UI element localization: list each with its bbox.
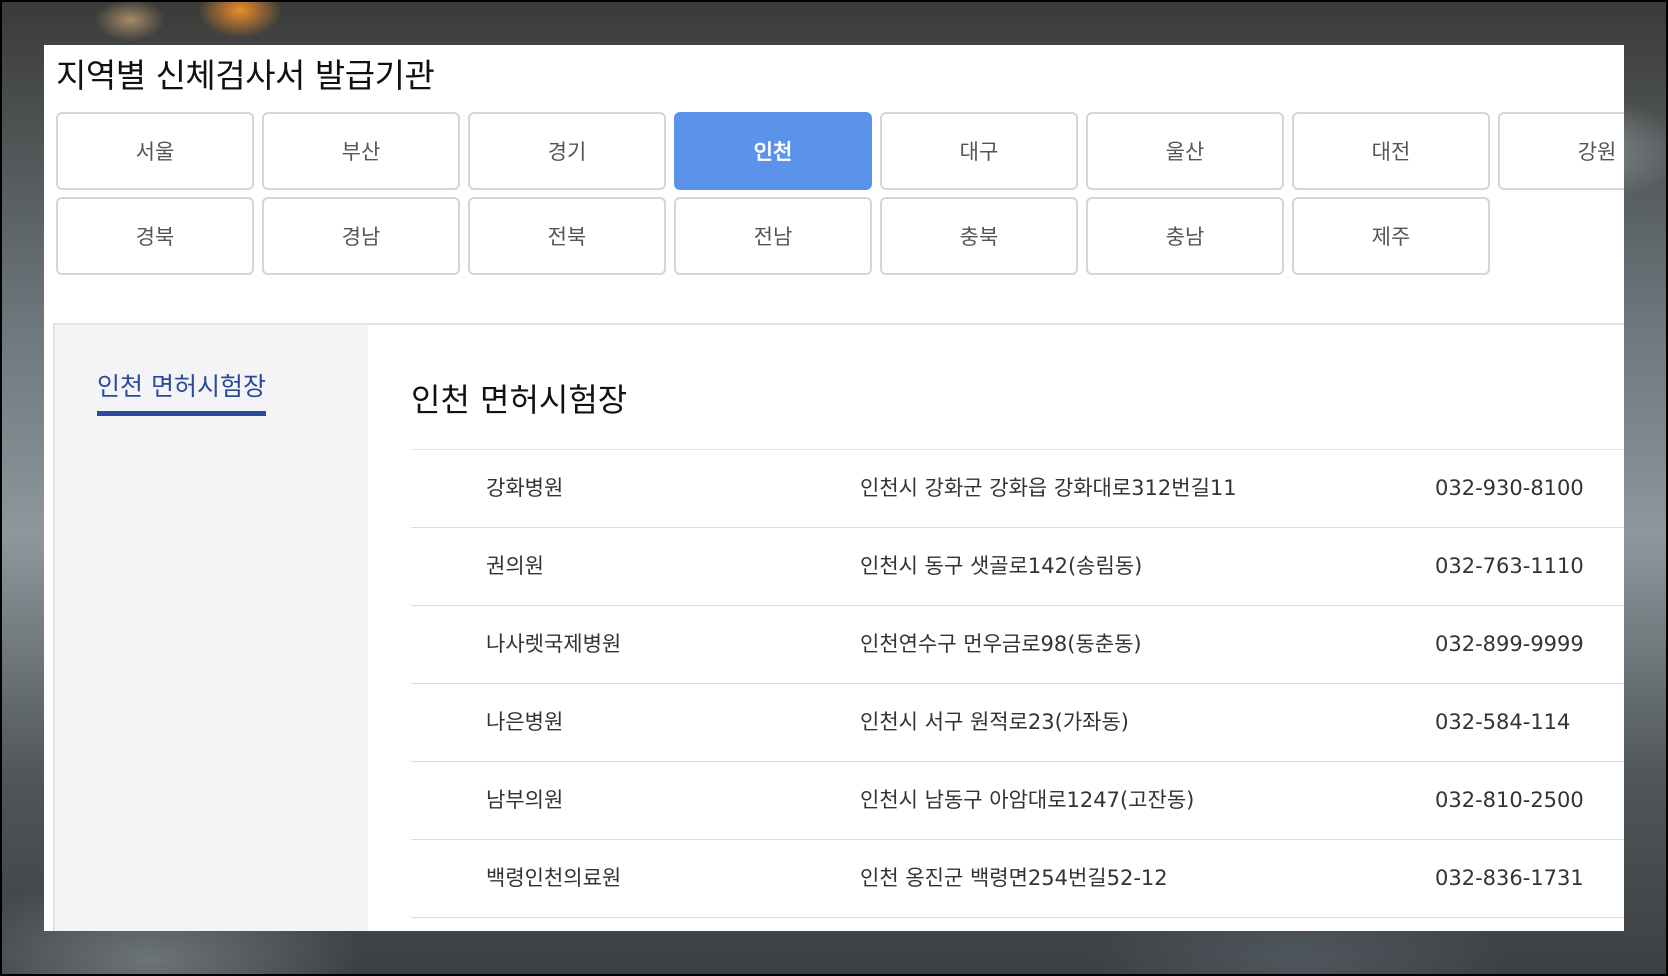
region-tab-daegu[interactable]: 대구 [880, 112, 1078, 190]
region-tab-gyeongnam[interactable]: 경남 [262, 197, 460, 275]
region-tab-seoul[interactable]: 서울 [56, 112, 254, 190]
institution-table: 강화병원 인천시 강화군 강화읍 강화대로312번길11 032-930-810… [411, 449, 1624, 918]
region-tab-jeonnam[interactable]: 전남 [674, 197, 872, 275]
institution-phone: 032-584-114 [1435, 710, 1571, 734]
section-title: 인천 면허시험장 [411, 381, 628, 419]
institution-address: 인천시 강화군 강화읍 강화대로312번길11 [860, 476, 1237, 500]
institution-phone: 032-930-8100 [1435, 476, 1584, 500]
institution-name: 나사렛국제병원 [486, 632, 622, 656]
institution-phone: 032-763-1110 [1435, 554, 1584, 578]
region-tab-chungbuk[interactable]: 충북 [880, 197, 1078, 275]
region-tab-gyeongbuk[interactable]: 경북 [56, 197, 254, 275]
institution-name: 권의원 [486, 554, 544, 578]
region-tab-gangwon[interactable]: 강원 [1498, 112, 1624, 190]
region-tab-daejeon[interactable]: 대전 [1292, 112, 1490, 190]
institution-name: 남부의원 [486, 788, 564, 812]
sidebar-item-incheon-test-center[interactable]: 인천 면허시험장 [97, 367, 266, 416]
institution-name: 강화병원 [486, 476, 564, 500]
sidebar: 인천 면허시험장 [55, 325, 368, 931]
institution-name: 백령인천의료원 [486, 866, 622, 890]
region-tab-ulsan[interactable]: 울산 [1086, 112, 1284, 190]
institution-phone: 032-899-9999 [1435, 632, 1584, 656]
institution-address: 인천연수구 먼우금로98(동춘동) [860, 632, 1142, 656]
region-tab-jeonbuk[interactable]: 전북 [468, 197, 666, 275]
region-tab-jeju[interactable]: 제주 [1292, 197, 1490, 275]
table-row: 남부의원 인천시 남동구 아암대로1247(고잔동) 032-810-2500 [411, 762, 1624, 840]
institution-name: 나은병원 [486, 710, 564, 734]
institution-section: 인천 면허시험장 인천 면허시험장 강화병원 인천시 강화군 강화읍 강화대로3… [53, 323, 1624, 931]
table-row: 권의원 인천시 동구 샛골로142(송림동) 032-763-1110 [411, 528, 1624, 606]
table-row: 강화병원 인천시 강화군 강화읍 강화대로312번길11 032-930-810… [411, 450, 1624, 528]
table-row: 나은병원 인천시 서구 원적로23(가좌동) 032-584-114 [411, 684, 1624, 762]
institution-address: 인천시 서구 원적로23(가좌동) [860, 710, 1129, 734]
institution-address: 인천시 남동구 아암대로1247(고잔동) [860, 788, 1195, 812]
region-tab-busan[interactable]: 부산 [262, 112, 460, 190]
institution-phone: 032-810-2500 [1435, 788, 1584, 812]
page-title: 지역별 신체검사서 발급기관 [56, 56, 435, 95]
content-panel: 지역별 신체검사서 발급기관 서울 부산 경기 인천 대구 울산 대전 강원 경… [44, 45, 1624, 931]
table-row: 백령인천의료원 인천 옹진군 백령면254번길52-12 032-836-173… [411, 840, 1624, 918]
institution-address: 인천 옹진군 백령면254번길52-12 [860, 866, 1168, 890]
table-row: 나사렛국제병원 인천연수구 먼우금로98(동춘동) 032-899-9999 [411, 606, 1624, 684]
region-tab-chungnam[interactable]: 충남 [1086, 197, 1284, 275]
institution-address: 인천시 동구 샛골로142(송림동) [860, 554, 1143, 578]
institution-phone: 032-836-1731 [1435, 866, 1584, 890]
region-tab-gyeonggi[interactable]: 경기 [468, 112, 666, 190]
region-tab-incheon[interactable]: 인천 [674, 112, 872, 190]
